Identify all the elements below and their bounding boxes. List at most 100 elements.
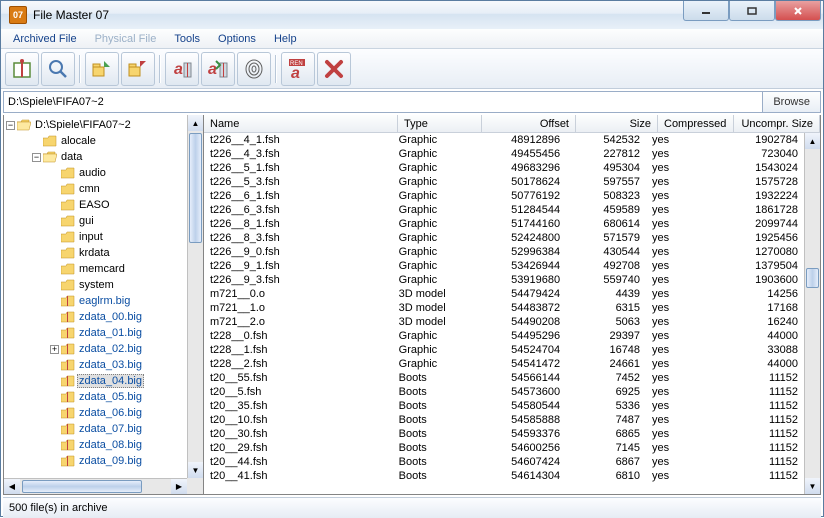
tool-fingerprint[interactable] [237,52,271,86]
list-row[interactable]: t20__5.fshBoots545736006925yes11152 [204,385,804,399]
list-row[interactable]: m721__2.o3D model544902085063yes16240 [204,315,804,329]
tree-item[interactable]: zdata_08.big [6,437,203,453]
list-row[interactable]: t228__0.fshGraphic5449529629397yes44000 [204,329,804,343]
minimize-button[interactable] [683,1,729,21]
list-row[interactable]: t20__35.fshBoots545805445336yes11152 [204,399,804,413]
tree-item[interactable]: eaglrm.big [6,293,203,309]
cell-compressed: yes [646,344,720,356]
scroll-left-arrow[interactable]: ◀ [4,479,20,494]
cell-offset: 50178624 [475,176,567,188]
collapse-icon[interactable]: − [6,121,15,130]
tree-horizontal-scrollbar[interactable]: ◀ ▶ [4,478,187,494]
tool-search[interactable] [41,52,75,86]
scroll-thumb[interactable] [806,268,819,288]
tree-item[interactable]: zdata_09.big [6,453,203,469]
list-row[interactable]: t228__2.fshGraphic5454147224661yes44000 [204,357,804,371]
tool-rename[interactable]: RENa [281,52,315,86]
list-row[interactable]: t226__4_3.fshGraphic49455456227812yes723… [204,147,804,161]
list-row[interactable]: t226__6_1.fshGraphic50776192508323yes193… [204,189,804,203]
close-button[interactable] [775,1,821,21]
list-row[interactable]: t226__8_1.fshGraphic51744160680614yes209… [204,217,804,231]
menu-physical-file[interactable]: Physical File [87,31,165,47]
list-row[interactable]: t20__41.fshBoots546143046810yes11152 [204,469,804,483]
list-row[interactable]: t20__10.fshBoots545858887487yes11152 [204,413,804,427]
cell-type: Graphic [393,344,475,356]
scroll-down-arrow[interactable]: ▼ [188,462,203,478]
tree-item[interactable]: zdata_01.big [6,325,203,341]
tree-item[interactable]: audio [6,165,203,181]
tree-item[interactable]: zdata_04.big [6,373,203,389]
list-row[interactable]: t226__9_1.fshGraphic53426944492708yes137… [204,259,804,273]
tool-export[interactable] [121,52,155,86]
tree-item[interactable]: zdata_03.big [6,357,203,373]
tree-item[interactable]: −data [6,149,203,165]
list-row[interactable]: m721__1.o3D model544838726315yes17168 [204,301,804,315]
tree-item[interactable]: system [6,277,203,293]
list-row[interactable]: t226__4_1.fshGraphic48912896542532yes190… [204,133,804,147]
menu-archived-file[interactable]: Archived File [5,31,85,47]
list-row[interactable]: t226__5_3.fshGraphic50178624597557yes157… [204,175,804,189]
scroll-down-arrow[interactable]: ▼ [805,478,820,494]
scroll-right-arrow[interactable]: ▶ [171,479,187,494]
tree-item[interactable]: EASO [6,197,203,213]
tree-item[interactable]: alocale [6,133,203,149]
scroll-thumb[interactable] [189,133,202,243]
list-row[interactable]: t20__29.fshBoots546002567145yes11152 [204,441,804,455]
list-row[interactable]: t228__1.fshGraphic5452470416748yes33088 [204,343,804,357]
column-name[interactable]: Name [204,115,398,133]
tree-item[interactable]: zdata_06.big [6,405,203,421]
menu-help[interactable]: Help [266,31,305,47]
tree-item[interactable]: zdata_07.big [6,421,203,437]
cell-type: Graphic [393,330,475,342]
list-row[interactable]: t226__9_0.fshGraphic52996384430544yes127… [204,245,804,259]
tree-root[interactable]: − D:\Spiele\FIFA07~2 [6,117,203,133]
expand-icon[interactable]: − [32,153,41,162]
tree-item[interactable]: input [6,229,203,245]
tool-new-archive[interactable] [5,52,39,86]
cell-offset: 54490208 [475,316,567,328]
list-row[interactable]: t20__55.fshBoots545661447452yes11152 [204,371,804,385]
tree-vertical-scrollbar[interactable]: ▲ ▼ [187,115,203,478]
list-row[interactable]: t20__30.fshBoots545933766865yes11152 [204,427,804,441]
tree-item[interactable]: gui [6,213,203,229]
tool-compress[interactable]: a [201,52,235,86]
maximize-button[interactable] [729,1,775,21]
list-row[interactable]: t226__5_1.fshGraphic49683296495304yes154… [204,161,804,175]
list-row[interactable]: t226__9_3.fshGraphic53919680559740yes190… [204,273,804,287]
column-offset[interactable]: Offset [482,115,576,133]
path-input[interactable] [4,92,762,112]
cell-compressed: yes [646,204,720,216]
tree-item-label: zdata_06.big [77,407,144,419]
tree-item[interactable]: +zdata_02.big [6,341,203,357]
tree-item[interactable]: krdata [6,245,203,261]
cell-name: m721__1.o [204,302,393,314]
tree-item[interactable]: zdata_05.big [6,389,203,405]
tree-item[interactable]: zdata_00.big [6,309,203,325]
tool-rebuild-with[interactable]: a [165,52,199,86]
cell-size: 430544 [566,246,646,258]
menu-options[interactable]: Options [210,31,264,47]
column-uncompressed-size[interactable]: Uncompr. Size [734,115,820,133]
scroll-thumb[interactable] [22,480,142,493]
cell-offset: 54585888 [475,414,567,426]
scroll-up-arrow[interactable]: ▲ [188,115,203,131]
column-type[interactable]: Type [398,115,482,133]
list-row[interactable]: t20__44.fshBoots546074246867yes11152 [204,455,804,469]
menu-tools[interactable]: Tools [166,31,208,47]
scroll-up-arrow[interactable]: ▲ [805,133,820,149]
tool-delete[interactable] [317,52,351,86]
list-row[interactable]: t226__8_3.fshGraphic52424800571579yes192… [204,231,804,245]
list-row[interactable]: m721__0.o3D model544794244439yes14256 [204,287,804,301]
browse-button[interactable]: Browse [762,92,820,112]
column-size[interactable]: Size [576,115,658,133]
expand-icon[interactable]: + [50,345,59,354]
cell-type: Graphic [393,176,475,188]
tree-item[interactable]: cmn [6,181,203,197]
cell-offset: 51284544 [475,204,567,216]
list-row[interactable]: t226__6_3.fshGraphic51284544459589yes186… [204,203,804,217]
tree-item[interactable]: memcard [6,261,203,277]
list-vertical-scrollbar[interactable]: ▲ ▼ [804,133,820,494]
cell-size: 495304 [566,162,646,174]
column-compressed[interactable]: Compressed [658,115,734,133]
tool-import[interactable] [85,52,119,86]
